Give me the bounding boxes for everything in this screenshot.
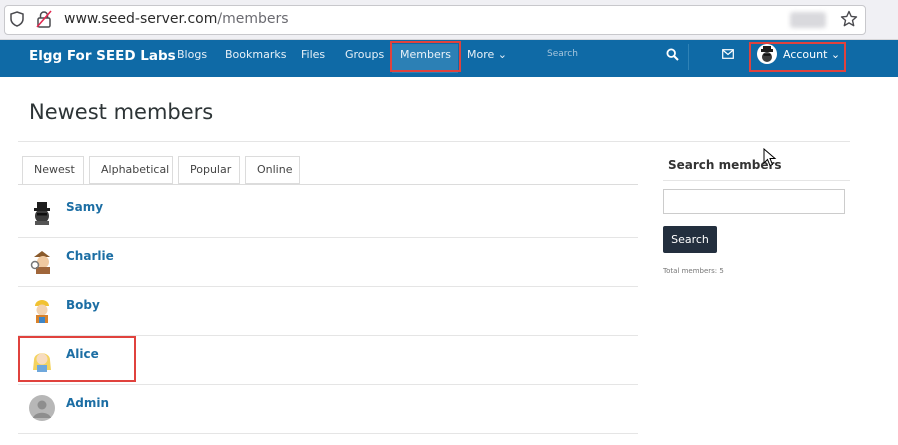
site-search-input[interactable]: Search xyxy=(547,49,578,59)
spy-avatar-icon[interactable] xyxy=(29,199,55,225)
mail-icon[interactable] xyxy=(722,49,734,59)
tabs-divider xyxy=(18,184,638,185)
member-name[interactable]: Charlie xyxy=(66,249,114,263)
highlight-account-menu xyxy=(749,42,846,72)
blurred-extension-icon[interactable] xyxy=(790,12,826,28)
tab-alphabetical[interactable]: Alphabetical xyxy=(89,156,173,184)
highlight-members-nav xyxy=(390,41,461,72)
page-title: Newest members xyxy=(29,100,214,124)
list-item[interactable]: Admin xyxy=(18,385,638,434)
insecure-lock-icon[interactable] xyxy=(36,10,52,28)
topbar-divider xyxy=(688,44,689,70)
list-item[interactable]: Boby xyxy=(18,287,638,336)
builder-avatar-icon[interactable] xyxy=(29,297,55,323)
member-search-input[interactable] xyxy=(663,189,845,214)
member-name[interactable]: Boby xyxy=(66,298,100,312)
list-item[interactable]: Charlie xyxy=(18,238,638,287)
url-text[interactable]: www.seed-server.com/members xyxy=(64,11,289,27)
tab-popular[interactable]: Popular xyxy=(178,156,240,184)
title-divider xyxy=(18,141,850,142)
nav-groups[interactable]: Groups xyxy=(345,48,384,61)
search-icon[interactable] xyxy=(666,48,679,61)
tab-newest[interactable]: Newest xyxy=(22,156,84,185)
member-search-button[interactable]: Search xyxy=(663,226,717,253)
default-avatar-icon[interactable] xyxy=(29,395,55,421)
detective-avatar-icon[interactable] xyxy=(29,248,55,274)
bookmark-star-icon[interactable] xyxy=(840,10,858,28)
shield-icon[interactable] xyxy=(10,11,24,27)
sidebar-divider xyxy=(663,180,850,181)
alice-avatar-icon[interactable] xyxy=(29,346,55,372)
member-name[interactable]: Alice xyxy=(66,347,99,361)
mouse-cursor-icon xyxy=(763,148,777,167)
list-item[interactable]: Samy xyxy=(18,189,638,238)
member-name[interactable]: Admin xyxy=(66,396,109,410)
member-name[interactable]: Samy xyxy=(66,200,103,214)
nav-blogs[interactable]: Blogs xyxy=(177,48,207,61)
url-path: /members xyxy=(217,11,289,27)
nav-bookmarks[interactable]: Bookmarks xyxy=(225,48,286,61)
total-members-count: Total members: 5 xyxy=(663,267,724,275)
nav-more[interactable]: More ⌄ xyxy=(467,48,507,61)
url-host: www.seed-server.com xyxy=(64,11,218,27)
nav-files[interactable]: Files xyxy=(301,48,325,61)
browser-toolbar: www.seed-server.com/members xyxy=(0,0,898,40)
site-brand[interactable]: Elgg For SEED Labs xyxy=(29,48,176,64)
tab-online[interactable]: Online xyxy=(245,156,300,184)
list-item[interactable]: Alice xyxy=(18,336,638,385)
